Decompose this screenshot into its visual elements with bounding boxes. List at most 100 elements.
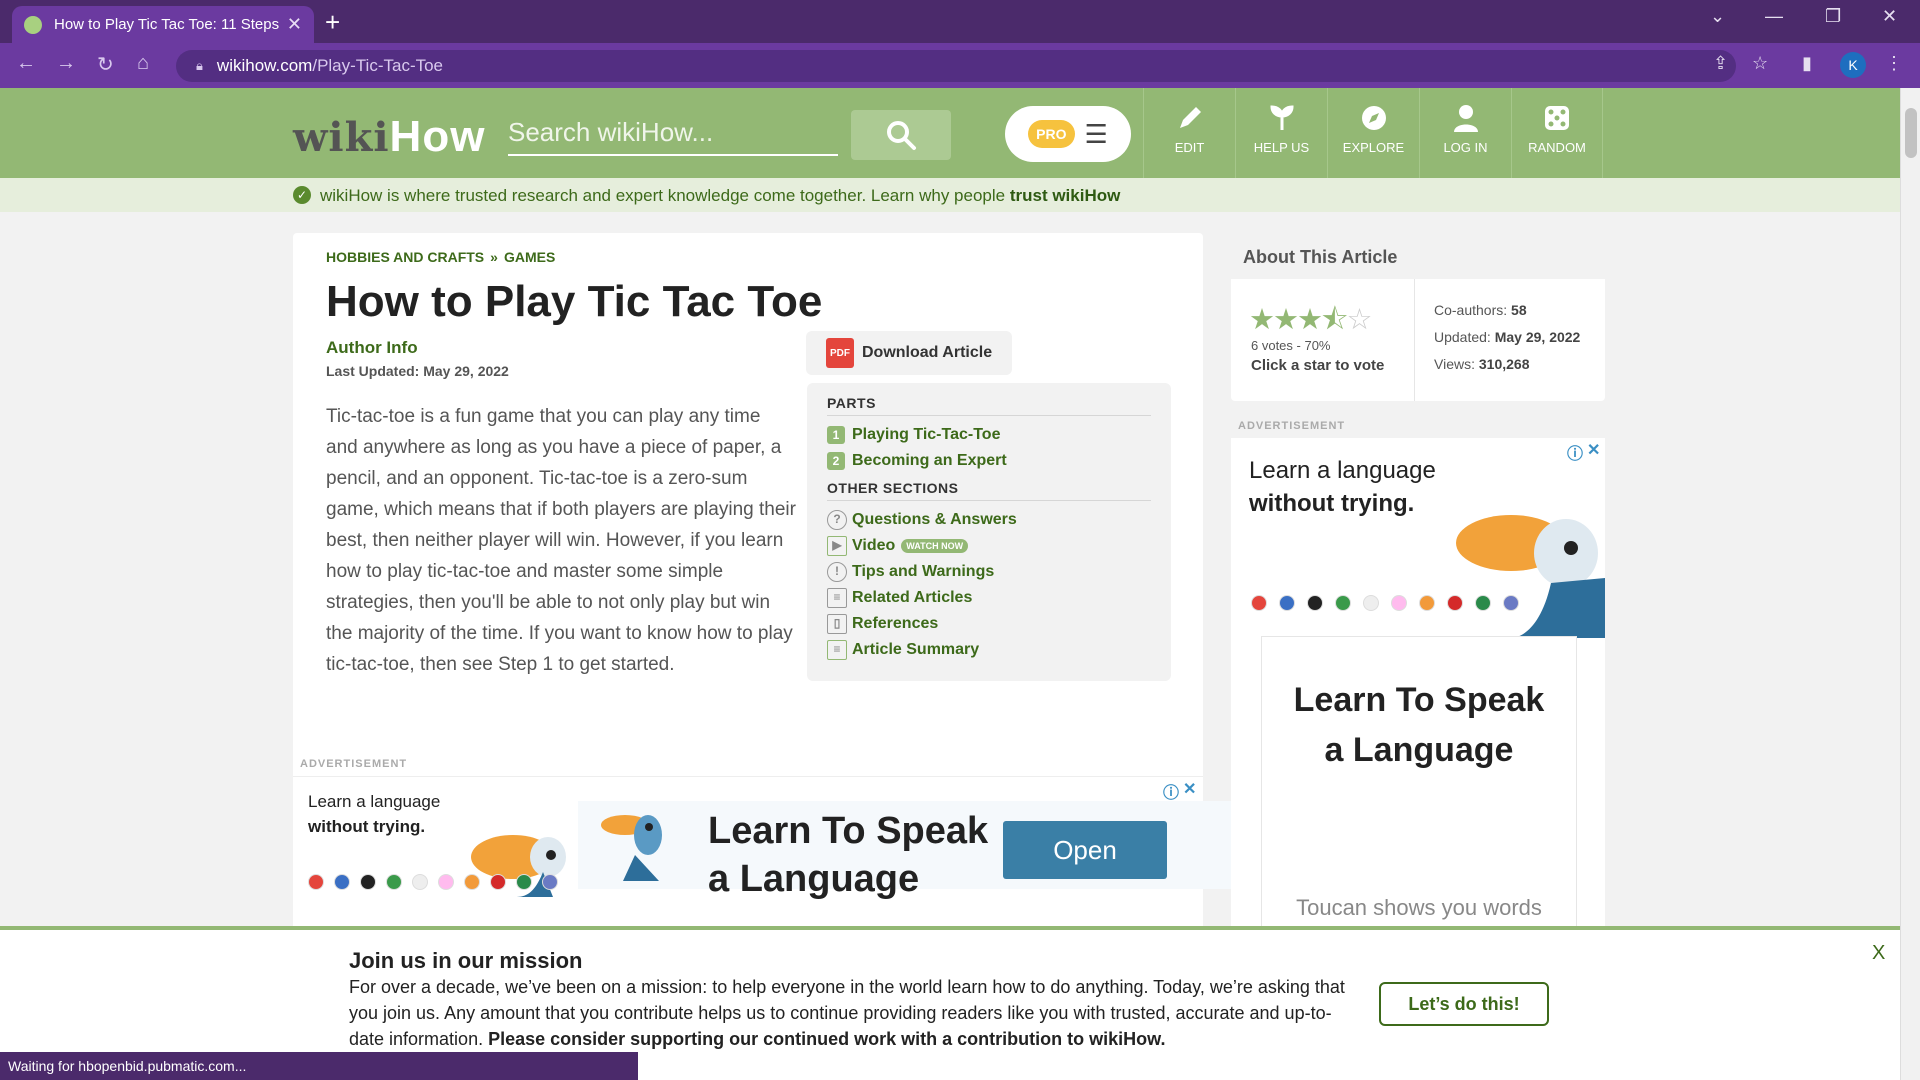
mission-cta-button[interactable]: Let’s do this! bbox=[1379, 982, 1549, 1026]
lock-icon[interactable]: 🔒︎ bbox=[196, 58, 203, 74]
search-button[interactable] bbox=[851, 110, 951, 160]
toc-related[interactable]: ≡ Related Articles bbox=[827, 585, 1151, 611]
browser-status-bar: Waiting for hbopenbid.pubmatic.com... bbox=[0, 1052, 638, 1080]
ad-close-icon[interactable]: ✕ bbox=[1183, 779, 1196, 799]
part-number-badge: 2 bbox=[827, 452, 845, 470]
new-tab-button[interactable]: + bbox=[325, 7, 340, 38]
ad-info-icon[interactable]: ⓘ bbox=[1163, 779, 1179, 803]
flag-germany-icon bbox=[360, 874, 376, 890]
side-ad-close-icon[interactable]: ✕ bbox=[1587, 440, 1600, 460]
ad-tagline-line2: without trying. bbox=[308, 817, 426, 836]
url-host: wikihow.com bbox=[216, 56, 313, 75]
toc-video[interactable]: ▶ Video WATCH NOW bbox=[827, 533, 1151, 559]
forward-icon[interactable]: → bbox=[56, 52, 76, 75]
nav-log-in-label: LOG IN bbox=[1443, 140, 1488, 155]
reference-icon: ▯ bbox=[827, 614, 847, 634]
back-icon[interactable]: ← bbox=[16, 52, 36, 75]
home-icon[interactable]: ⌂ bbox=[137, 52, 149, 75]
nav-help-us-label: HELP US bbox=[1253, 140, 1310, 155]
search-input[interactable] bbox=[508, 110, 838, 156]
nav-random[interactable]: RANDOM bbox=[1511, 88, 1603, 178]
side-advertisement[interactable]: Learn a language without trying. Learn To… bbox=[1231, 438, 1605, 938]
star-icon[interactable]: ★ bbox=[1249, 304, 1275, 336]
tab-search-icon[interactable]: ⌄ bbox=[1710, 6, 1725, 27]
updated-value: May 29, 2022 bbox=[1494, 329, 1581, 345]
toc-summary[interactable]: ≡ Article Summary bbox=[827, 637, 1151, 663]
wikihow-logo[interactable]: wikiHow bbox=[293, 112, 485, 162]
author-info-link[interactable]: Author Info bbox=[326, 338, 418, 358]
half-star-icon[interactable]: ⯪ bbox=[1321, 304, 1349, 336]
flag-france-icon bbox=[334, 874, 350, 890]
wikihow-favicon-icon bbox=[24, 15, 42, 34]
article-intro: Tic-tac-toe is a fun game that you can p… bbox=[326, 406, 796, 675]
bookmark-star-icon[interactable]: ☆ bbox=[1752, 53, 1768, 74]
advertisement-banner[interactable]: Learn a language without trying. Learn T… bbox=[293, 776, 1238, 900]
download-article-label: Download Article bbox=[862, 344, 993, 361]
side-panel-icon[interactable]: ▮ bbox=[1802, 53, 1812, 74]
side-ad-info-icon[interactable]: ⓘ bbox=[1567, 440, 1583, 464]
scrollbar-thumb[interactable] bbox=[1905, 108, 1917, 158]
share-icon[interactable]: ⇪ bbox=[1713, 53, 1728, 74]
toc-tips[interactable]: ! Tips and Warnings bbox=[827, 559, 1151, 585]
tab-close-icon[interactable]: ✕ bbox=[287, 14, 302, 35]
nav-help-us[interactable]: HELP US bbox=[1235, 88, 1327, 178]
ad-open-button[interactable]: Open bbox=[1003, 821, 1167, 879]
page-scrollbar[interactable] bbox=[1900, 88, 1920, 1080]
pro-menu-button[interactable]: PRO ☰ bbox=[1005, 106, 1131, 162]
trust-link[interactable]: trust wikiHow bbox=[1010, 186, 1121, 205]
ad-tagline: Learn a language without trying. bbox=[308, 789, 440, 839]
vote-count: 6 votes - 70% bbox=[1251, 338, 1331, 353]
download-article-button[interactable]: PDF Download Article bbox=[806, 331, 1012, 375]
pdf-icon: PDF bbox=[826, 338, 854, 368]
summary-icon: ≡ bbox=[827, 640, 847, 660]
toucan-icon bbox=[1456, 515, 1605, 638]
flag-brazil-icon bbox=[516, 874, 532, 890]
browser-tab-active[interactable]: How to Play Tic Tac Toe: 11 Steps ✕ bbox=[12, 6, 314, 43]
ad-headline-line1: Learn To Speak bbox=[708, 810, 989, 852]
toc-related-label: Related Articles bbox=[852, 589, 973, 606]
toc-questions[interactable]: ? Questions & Answers bbox=[827, 507, 1151, 533]
nav-log-in[interactable]: LOG IN bbox=[1419, 88, 1511, 178]
nav-random-label: RANDOM bbox=[1528, 140, 1586, 155]
restore-icon[interactable]: ❐ bbox=[1825, 6, 1841, 27]
side-ad-headline-line1: Learn To Speak bbox=[1293, 681, 1545, 719]
toc-references[interactable]: ▯ References bbox=[827, 611, 1151, 637]
toc-part-2[interactable]: 2 Becoming an Expert bbox=[827, 448, 1151, 474]
checkmark-icon: ✓ bbox=[293, 186, 311, 204]
toc-parts-heading: PARTS bbox=[827, 395, 1151, 416]
window-close-icon[interactable]: ✕ bbox=[1882, 6, 1897, 27]
nav-edit[interactable]: EDIT bbox=[1143, 88, 1235, 178]
mission-close-button[interactable]: X bbox=[1872, 942, 1885, 965]
mission-text-bold: Please consider supporting our continued… bbox=[488, 1029, 1166, 1049]
profile-avatar[interactable]: K bbox=[1840, 52, 1866, 78]
last-updated: Last Updated: May 29, 2022 bbox=[326, 363, 509, 379]
star-icon[interactable]: ★ bbox=[1297, 304, 1323, 336]
reload-icon[interactable]: ↻ bbox=[97, 52, 114, 77]
pro-badge: PRO bbox=[1028, 120, 1075, 148]
nav-explore[interactable]: EXPLORE bbox=[1327, 88, 1419, 178]
toc-questions-label: Questions & Answers bbox=[852, 511, 1017, 528]
flag-brazil-icon bbox=[1475, 595, 1491, 611]
minimize-icon[interactable]: — bbox=[1765, 6, 1783, 27]
flag-usa-icon bbox=[542, 874, 558, 890]
breadcrumb-hobbies[interactable]: HOBBIES AND CRAFTS bbox=[326, 249, 484, 265]
address-bar[interactable]: 🔒︎ wikihow.com /Play-Tic-Tac-Toe bbox=[176, 50, 1736, 82]
nav-edit-label: EDIT bbox=[1174, 140, 1205, 155]
side-ad-headline-line2: a Language bbox=[1324, 731, 1514, 769]
flag-germany-icon bbox=[1307, 595, 1323, 611]
toc-part-1[interactable]: 1 Playing Tic-Tac-Toe bbox=[827, 422, 1151, 448]
breadcrumb-separator: » bbox=[490, 249, 498, 265]
mission-heading: Join us in our mission bbox=[349, 948, 583, 973]
flag-spain-icon bbox=[1251, 595, 1267, 611]
toucan-small-icon bbox=[601, 815, 662, 881]
browser-menu-icon[interactable]: ⋮ bbox=[1885, 53, 1903, 74]
ad-tagline-line1: Learn a language bbox=[308, 792, 441, 811]
flag-china-icon bbox=[490, 874, 506, 890]
compass-icon bbox=[1361, 106, 1386, 130]
flag-china-icon bbox=[1447, 595, 1463, 611]
empty-star-icon[interactable]: ☆ bbox=[1346, 304, 1372, 336]
star-icon[interactable]: ★ bbox=[1273, 304, 1299, 336]
breadcrumb-games[interactable]: GAMES bbox=[504, 249, 555, 265]
coauthors-row: Co-authors: 58 bbox=[1434, 297, 1580, 324]
coauthors-label: Co-authors: bbox=[1434, 302, 1508, 318]
